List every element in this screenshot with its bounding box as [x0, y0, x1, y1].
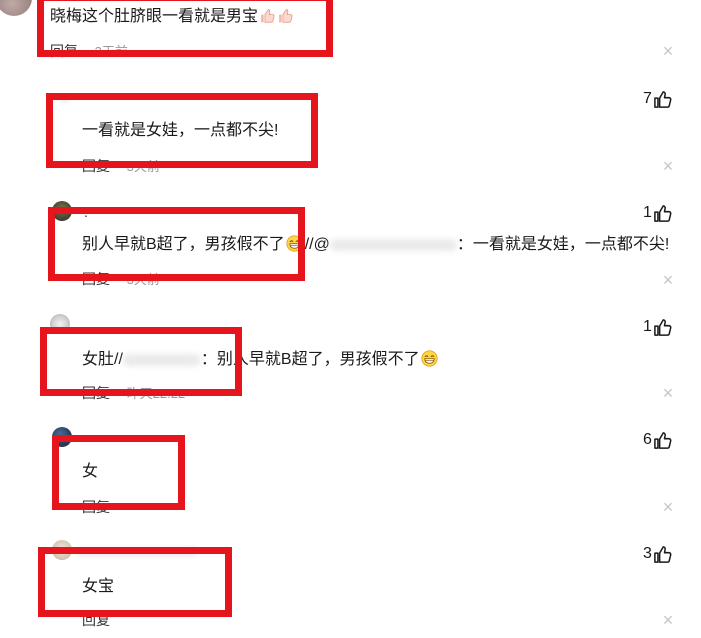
thumbs-up-icon [654, 431, 672, 449]
reply-button[interactable]: 回复 [50, 43, 78, 59]
thumbs-up-icon [654, 90, 672, 108]
thumbs-up-icon [654, 204, 672, 222]
comment-meta: 回复 · 3天前 [82, 157, 160, 176]
thumbs-up-icon [654, 545, 672, 563]
comment-text: 女宝 [82, 577, 114, 597]
close-icon[interactable]: × [660, 270, 676, 290]
quoted-text: ：一看就是女娃，一点都不尖! [456, 236, 670, 253]
meta-separator: · [84, 43, 89, 59]
avatar[interactable] [52, 427, 72, 447]
grin-emoji-icon [286, 235, 303, 252]
comment-meta: 回复 [82, 498, 110, 516]
meta-separator: · [116, 385, 121, 401]
reply-button[interactable]: 回复 [82, 612, 110, 628]
like-button[interactable]: 1 [643, 317, 672, 337]
mention-username-blurred[interactable] [329, 238, 457, 251]
comment-body: 女 [82, 463, 99, 480]
comment-body: 晓梅这个肚脐眼一看就是男宝 [50, 8, 259, 25]
reply-button[interactable]: 回复 [82, 499, 110, 515]
comment-body: 女肚// [82, 351, 123, 368]
thumbs-up-emoji-icon [279, 9, 293, 23]
avatar[interactable] [0, 0, 32, 16]
like-button[interactable]: 6 [643, 430, 672, 450]
highlight-box [52, 435, 185, 510]
comment-body: 女宝 [82, 578, 115, 595]
close-icon[interactable]: × [660, 497, 676, 517]
like-count: 3 [643, 545, 652, 562]
comment-text: 晓梅这个肚脐眼一看就是男宝 [50, 7, 294, 27]
comment-text: 别人早就B超了，男孩假不了 //@ ：一看就是女娃，一点都不尖! [82, 235, 669, 255]
comment-text: 一看就是女娃，一点都不尖! [82, 121, 278, 141]
timestamp: 昨天22:22 [126, 386, 186, 401]
reply-button[interactable]: 回复 [82, 385, 110, 401]
close-icon[interactable]: × [660, 41, 676, 61]
meta-separator: · [116, 158, 121, 174]
like-count: 1 [643, 318, 652, 335]
timestamp: 3天前 [94, 44, 128, 59]
like-count: 1 [643, 204, 652, 221]
username-blurred[interactable] [76, 548, 198, 556]
close-icon[interactable]: × [660, 610, 676, 630]
timestamp: 3天前 [126, 272, 160, 287]
like-button[interactable]: 7 [643, 89, 672, 109]
avatar[interactable] [52, 201, 72, 221]
mention-username-blurred[interactable] [122, 353, 201, 366]
avatar[interactable] [52, 540, 72, 560]
thumbs-up-emoji-icon [261, 9, 275, 23]
comment-meta: 回复 [82, 611, 110, 629]
avatar[interactable] [50, 314, 70, 334]
quoted-text: ：别人早就B超了，男孩假不了 [200, 351, 420, 368]
like-button[interactable]: 1 [643, 203, 672, 223]
close-icon[interactable]: × [660, 383, 676, 403]
comment-meta: 回复 · 昨天22:22 [82, 384, 185, 403]
comment-text: 女 [82, 462, 98, 482]
timestamp: 3天前 [126, 159, 160, 174]
username-blurred [60, 96, 70, 102]
meta-separator: · [116, 271, 121, 287]
grin-emoji-icon [421, 350, 438, 367]
like-count: 6 [643, 431, 652, 448]
comment-meta: 回复 · 3天前 [50, 42, 128, 61]
comment-thread: 晓梅这个肚脐眼一看就是男宝 回复 · 3天前 × 7 一看就是女娃，一点都不尖! 回… [0, 0, 701, 638]
username[interactable]: . [84, 203, 88, 221]
thumbs-up-icon [654, 318, 672, 336]
close-icon[interactable]: × [660, 156, 676, 176]
reply-button[interactable]: 回复 [82, 158, 110, 174]
like-count: 7 [643, 90, 652, 107]
comment-body: 一看就是女娃，一点都不尖! [82, 122, 279, 139]
like-button[interactable]: 3 [643, 544, 672, 564]
comment-body: 别人早就B超了，男孩假不了 [82, 236, 285, 253]
comment-meta: 回复 · 3天前 [82, 270, 160, 289]
comment-text: 女肚// ：别人早就B超了，男孩假不了 [82, 350, 438, 370]
reply-button[interactable]: 回复 [82, 271, 110, 287]
mention-prefix: //@ [304, 236, 330, 253]
